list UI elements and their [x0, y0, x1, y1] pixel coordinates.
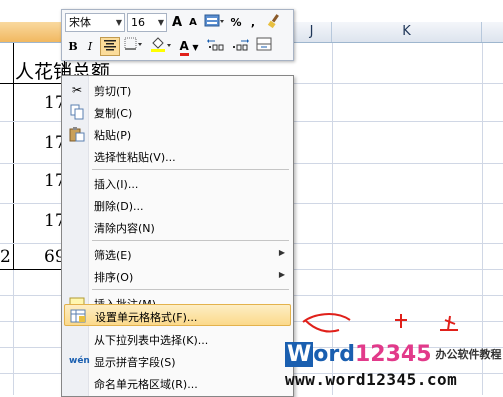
menu-item-show-phonetic[interactable]: wén 显示拼音字段(S)	[64, 350, 291, 372]
menu-item-label: 删除(D)...	[94, 200, 144, 213]
number-format-icon	[204, 14, 224, 27]
menu-item-delete[interactable]: 删除(D)...	[64, 194, 291, 216]
menu-item-label: 显示拼音字段(S)	[94, 356, 176, 369]
font-color-letter: A	[179, 40, 189, 56]
font-size-value: 16	[131, 16, 145, 29]
menu-separator	[92, 169, 289, 170]
menu-item-label: 排序(O)	[94, 271, 134, 284]
chevron-down-icon: ▼	[192, 43, 199, 52]
menu-item-paste-special[interactable]: 选择性粘贴(V)...	[64, 145, 291, 167]
menu-item-label: 清除内容(N)	[94, 222, 155, 235]
menu-item-copy[interactable]: 复制(C)	[64, 101, 291, 123]
menu-item-label: 命名单元格区域(R)...	[94, 378, 198, 391]
column-header-j[interactable]: J	[292, 22, 332, 42]
menu-item-clear-contents[interactable]: 清除内容(N)	[64, 216, 291, 238]
chevron-down-icon: ▼	[115, 18, 122, 27]
watermark-subtitle: 办公软件教程	[435, 348, 502, 361]
menu-item-label: 剪切(T)	[94, 85, 132, 98]
scissors-icon: ✂	[71, 83, 83, 97]
format-cells-icon	[70, 308, 86, 324]
menu-item-insert[interactable]: 插入(I)...	[64, 172, 291, 194]
shrink-font-button[interactable]: A	[186, 13, 200, 32]
watermark-logo-row: Word12345 办公软件教程	[285, 341, 502, 369]
menu-item-label: 从下拉列表中选择(K)...	[94, 334, 209, 347]
context-menu: ✂ 剪切(T) 复制(C) 粘贴(P) 选择性粘贴(V)... 插入(I)...…	[61, 75, 294, 397]
cell-left-digit: 2	[0, 247, 11, 267]
mini-toolbar: 宋体 ▼ 16 ▼ A A % , B I A ▼	[61, 9, 294, 61]
font-name-combo[interactable]: 宋体 ▼	[65, 13, 125, 32]
menu-item-define-name[interactable]: 命名单元格区域(R)...	[64, 372, 291, 394]
menu-item-label: 设置单元格格式(F)...	[95, 311, 198, 324]
fill-color-button[interactable]	[148, 37, 174, 56]
copy-icon	[69, 104, 85, 120]
menu-separator	[92, 289, 289, 290]
menu-separator	[92, 240, 289, 241]
menu-item-label: 筛选(E)	[94, 249, 132, 262]
chevron-right-icon: ▶	[278, 270, 285, 279]
menu-item-paste[interactable]: 粘贴(P)	[64, 123, 291, 145]
align-center-button[interactable]	[100, 37, 120, 56]
menu-item-format-cells[interactable]: 设置单元格格式(F)...	[64, 304, 291, 326]
grow-font-button[interactable]: A	[169, 13, 185, 32]
increase-decimal-icon	[207, 39, 224, 51]
format-painter-button[interactable]	[262, 13, 286, 32]
menu-item-cut[interactable]: ✂ 剪切(T)	[64, 79, 291, 101]
fill-bucket-icon	[151, 37, 171, 52]
decrease-decimal-button[interactable]	[230, 37, 252, 56]
percent-button[interactable]: %	[228, 13, 244, 32]
italic-button[interactable]: I	[82, 37, 98, 56]
decrease-decimal-icon	[233, 39, 249, 51]
menu-item-pick-from-list[interactable]: 从下拉列表中选择(K)...	[64, 328, 291, 350]
chevron-down-icon: ▼	[157, 18, 164, 27]
merge-cells-icon	[256, 37, 272, 51]
number-format-button[interactable]	[202, 13, 226, 32]
increase-decimal-button[interactable]	[206, 37, 228, 56]
menu-item-label: 复制(C)	[94, 107, 133, 120]
menu-item-filter[interactable]: 筛选(E) ▶	[64, 243, 291, 265]
menu-item-sort[interactable]: 排序(O) ▶	[64, 265, 291, 287]
borders-icon	[124, 37, 142, 50]
phonetic-icon: wén	[69, 356, 90, 366]
borders-button[interactable]	[122, 37, 146, 56]
font-size-combo[interactable]: 16 ▼	[127, 13, 167, 32]
font-name-value: 宋体	[69, 16, 91, 29]
word12345-logo: Word12345	[285, 342, 432, 367]
watermark-url: www.word12345.com	[285, 370, 458, 389]
brush-icon	[267, 14, 279, 29]
bold-button[interactable]: B	[65, 37, 81, 56]
watermark: Word12345 办公软件教程 www.word12345.com	[283, 340, 503, 395]
column-header-k[interactable]: K	[332, 22, 482, 42]
align-center-icon	[104, 40, 116, 51]
menu-item-label: 插入(I)...	[94, 178, 139, 191]
column-header-first[interactable]	[0, 22, 64, 42]
chevron-right-icon: ▶	[278, 248, 285, 257]
font-color-button[interactable]: A ▼	[176, 37, 202, 56]
paste-icon	[69, 126, 85, 142]
comma-button[interactable]: ,	[246, 13, 260, 32]
menu-item-label: 选择性粘贴(V)...	[94, 151, 176, 164]
merge-center-button[interactable]	[254, 37, 274, 56]
menu-item-label: 粘贴(P)	[94, 129, 132, 142]
